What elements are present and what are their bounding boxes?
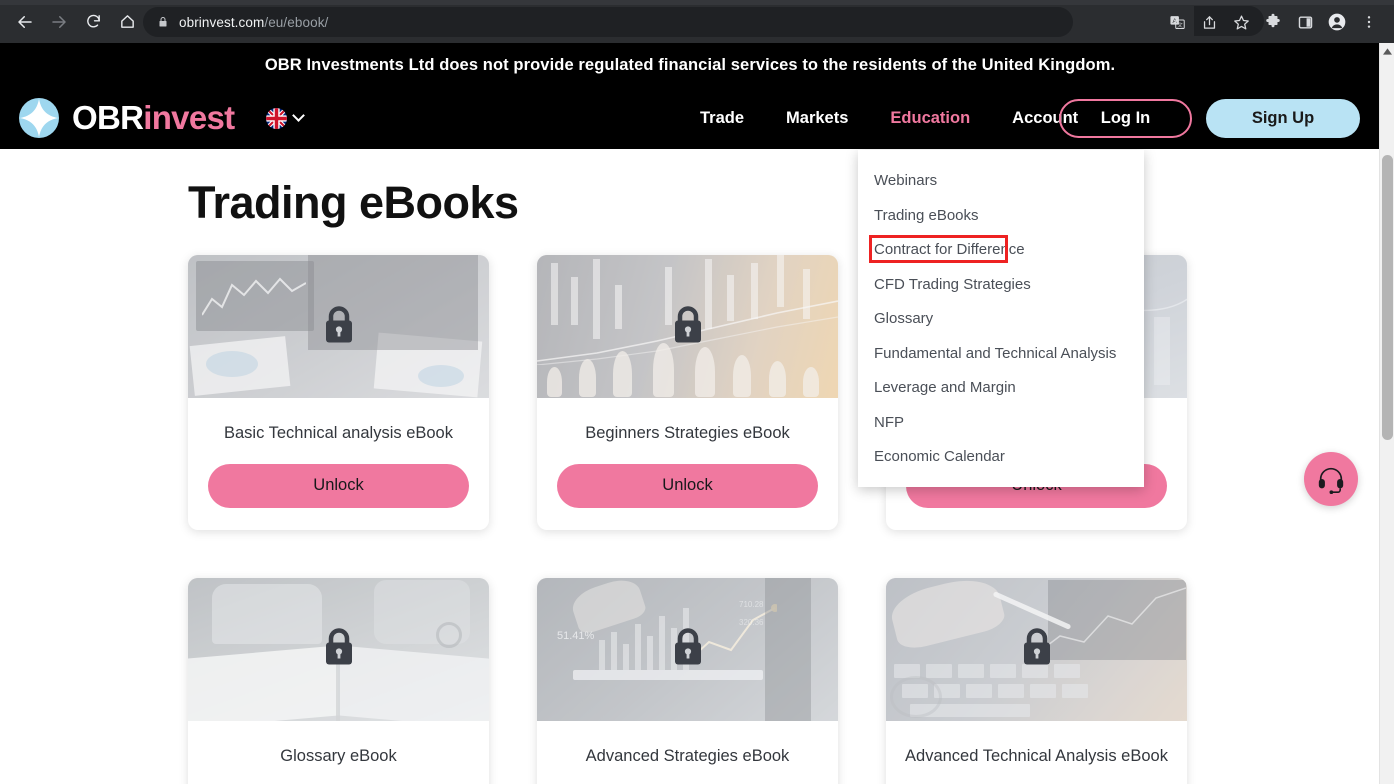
ebook-thumbnail xyxy=(188,255,489,398)
obr-diamond-logo-icon xyxy=(18,97,60,139)
share-button[interactable] xyxy=(1194,7,1224,37)
side-panel-button[interactable] xyxy=(1290,7,1320,37)
dropdown-item-webinars[interactable]: Webinars xyxy=(858,164,1144,199)
extensions-button[interactable] xyxy=(1258,7,1288,37)
unlock-button[interactable]: Unlock xyxy=(557,463,818,508)
browser-tab-strip xyxy=(0,0,1394,5)
browser-chrome: obrinvest.com/eu/ebook/ A 文 xyxy=(0,0,1394,43)
signup-button[interactable]: Sign Up xyxy=(1206,98,1360,138)
chevron-down-icon xyxy=(292,109,306,122)
home-button[interactable] xyxy=(112,7,142,37)
regulatory-banner-text: OBR Investments Ltd does not provide reg… xyxy=(264,55,1116,74)
logo-wordmark: OBRinvest xyxy=(72,99,235,137)
language-selector[interactable] xyxy=(266,107,306,129)
browser-toolbar-icons: A 文 xyxy=(1162,6,1384,38)
bookmark-button[interactable] xyxy=(1226,7,1256,37)
profile-avatar-icon xyxy=(1328,13,1346,31)
nav-item-education[interactable]: Education xyxy=(890,109,970,128)
translate-icon: A 文 xyxy=(1169,15,1185,29)
home-icon xyxy=(120,15,134,28)
ebook-action-row: Unlock xyxy=(537,769,838,784)
dropdown-item-cfd-trading-strategies[interactable]: CFD Trading Strategies xyxy=(858,268,1144,303)
reload-button[interactable] xyxy=(78,7,108,37)
url-path: /eu/ebook/ xyxy=(264,14,329,30)
main-navigation: Trade Markets Education Account xyxy=(700,87,1078,149)
dropdown-item-trading-ebooks[interactable]: Trading eBooks xyxy=(858,199,1144,234)
scrollbar-thumb[interactable] xyxy=(1382,155,1393,440)
education-dropdown-menu: Webinars Trading eBooks Contract for Dif… xyxy=(858,150,1144,487)
ebook-action-row: Unlock xyxy=(188,446,489,530)
three-dot-menu-icon xyxy=(1367,16,1371,28)
dropdown-item-economic-calendar[interactable]: Economic Calendar xyxy=(858,440,1144,475)
ebook-card[interactable]: Beginners Strategies eBook Unlock xyxy=(537,255,838,530)
ebook-thumbnail: 51.41% 710.28 320.36 xyxy=(537,577,838,721)
logo-invest: invest xyxy=(143,99,235,136)
ebook-card[interactable]: Glossary eBook Unlock xyxy=(188,577,489,784)
scroll-up-arrow-icon[interactable] xyxy=(1380,43,1394,59)
lock-icon xyxy=(322,304,356,349)
site-logo[interactable]: OBRinvest xyxy=(18,97,235,139)
ebook-title: Glossary eBook xyxy=(280,746,397,765)
share-icon xyxy=(1203,15,1215,29)
ebook-action-row: Unlock xyxy=(537,446,838,530)
back-arrow-icon xyxy=(18,15,32,28)
lock-icon xyxy=(322,627,356,672)
profile-button[interactable] xyxy=(1322,7,1352,37)
forward-button[interactable] xyxy=(44,7,74,37)
logo-obr: OBR xyxy=(72,99,144,136)
lock-icon xyxy=(671,304,705,349)
ebook-thumbnail xyxy=(188,577,489,721)
reload-icon xyxy=(86,14,100,28)
forward-arrow-icon xyxy=(52,15,66,28)
headset-support-icon xyxy=(1318,467,1344,494)
browser-menu-button[interactable] xyxy=(1354,7,1384,37)
page-viewport: OBR Investments Ltd does not provide reg… xyxy=(0,43,1394,784)
lock-icon xyxy=(671,627,705,672)
dropdown-item-nfp[interactable]: NFP xyxy=(858,406,1144,441)
star-bookmark-icon xyxy=(1233,14,1249,30)
ebook-action-row: Unlock xyxy=(188,769,489,784)
ebook-title: Beginners Strategies eBook xyxy=(585,424,790,442)
dropdown-item-glossary[interactable]: Glossary xyxy=(858,302,1144,337)
unlock-button[interactable]: Unlock xyxy=(208,463,469,508)
ebook-action-row: Unlock xyxy=(886,769,1187,784)
ebook-thumbnail xyxy=(537,255,838,398)
page-scrollbar[interactable] xyxy=(1379,43,1394,784)
auth-buttons: Log In Sign Up xyxy=(1059,87,1360,149)
nav-item-markets[interactable]: Markets xyxy=(786,109,848,128)
ebook-card[interactable]: Basic Technical analysis eBook Unlock xyxy=(188,255,489,530)
translate-button[interactable]: A 文 xyxy=(1162,7,1192,37)
url-text: obrinvest.com/eu/ebook/ xyxy=(179,15,328,30)
dropdown-item-contract-for-difference[interactable]: Contract for Difference xyxy=(858,233,1144,268)
ebook-cards-grid: Basic Technical analysis eBook Unlock Be… xyxy=(188,255,1380,784)
ebook-thumbnail xyxy=(886,577,1187,721)
dropdown-item-fundamental-and-technical-analysis[interactable]: Fundamental and Technical Analysis xyxy=(858,337,1144,372)
page-content: Trading eBooks Basic Technical analysis … xyxy=(0,177,1380,784)
ebook-title: Advanced Technical Analysis eBook xyxy=(905,746,1168,765)
page-title: Trading eBooks xyxy=(188,177,519,228)
lock-icon xyxy=(1020,627,1054,672)
ebook-title: Basic Technical analysis eBook xyxy=(224,424,453,442)
ebook-card[interactable]: 51.41% 710.28 320.36 Advanced Strategies… xyxy=(537,577,838,784)
site-lock-icon xyxy=(157,16,169,28)
login-button[interactable]: Log In xyxy=(1059,98,1192,138)
dropdown-item-leverage-and-margin[interactable]: Leverage and Margin xyxy=(858,371,1144,406)
browser-nav-buttons xyxy=(0,7,142,37)
nav-item-trade[interactable]: Trade xyxy=(700,109,744,128)
address-bar[interactable]: obrinvest.com/eu/ebook/ xyxy=(143,7,1073,37)
uk-flag-icon xyxy=(266,107,288,129)
regulatory-banner: OBR Investments Ltd does not provide reg… xyxy=(0,43,1380,87)
puzzle-extensions-icon xyxy=(1266,13,1280,28)
back-button[interactable] xyxy=(10,7,40,37)
ebook-title: Advanced Strategies eBook xyxy=(585,746,790,765)
url-host: obrinvest.com xyxy=(179,14,265,30)
side-panel-icon xyxy=(1298,15,1312,29)
site-header: OBRinvest Trade Markets Education Accoun… xyxy=(0,87,1380,149)
support-chat-button[interactable] xyxy=(1304,452,1358,506)
ebook-card[interactable]: Advanced Technical Analysis eBook Unlock xyxy=(886,577,1187,784)
